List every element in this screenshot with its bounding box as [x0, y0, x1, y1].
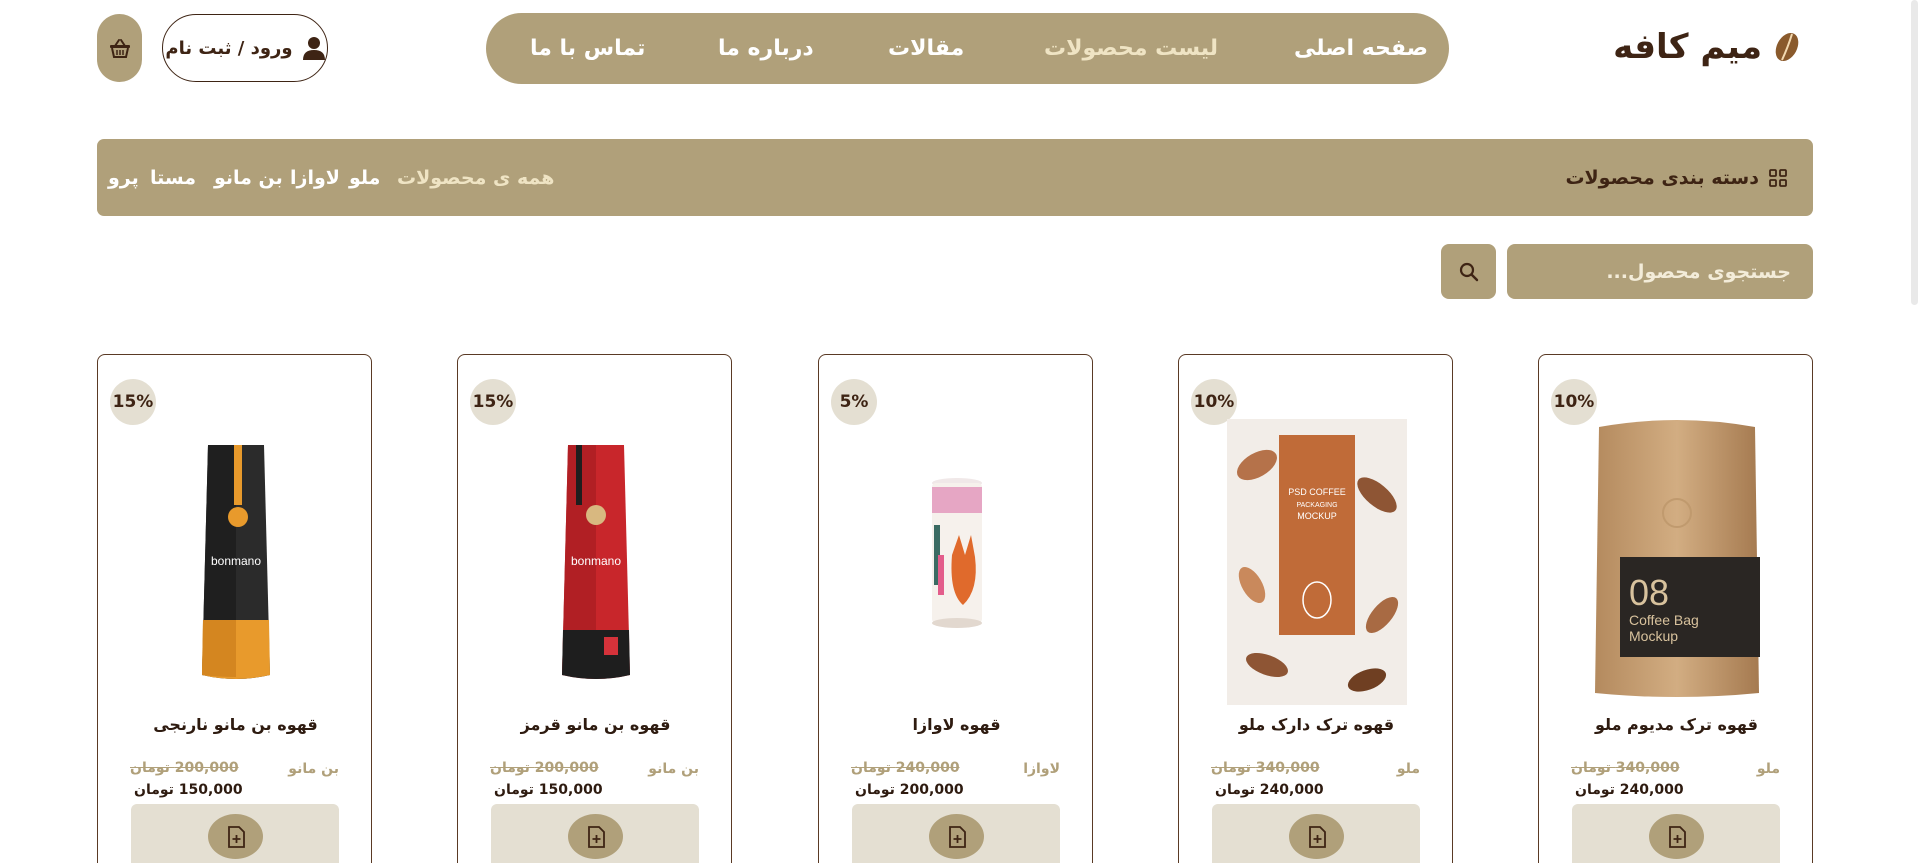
svg-text:Mockup: Mockup	[1629, 628, 1678, 644]
login-label: ورود / ثبت نام	[165, 37, 293, 59]
brand-logo[interactable]: میم کافه	[1613, 22, 1802, 72]
category-title: دسته بندی محصولات	[1565, 139, 1787, 216]
product-name[interactable]: قهوه بن مانو نارنجی	[98, 715, 373, 734]
product-card[interactable]: 10% 08 Coffee Bag Mockup قهوه ترک مدیوم …	[1538, 354, 1813, 863]
product-brand: بن مانو	[648, 761, 699, 777]
add-to-cart-area	[1212, 804, 1420, 863]
add-to-cart-button[interactable]	[568, 814, 623, 859]
nav-home[interactable]: صفحه اصلی	[1294, 13, 1428, 84]
svg-text:Coffee Bag: Coffee Bag	[1629, 612, 1699, 628]
nav-about[interactable]: درباره ما	[718, 13, 814, 84]
fox-coffee-can-image	[931, 478, 982, 628]
category-all[interactable]: همه ی محصولات	[397, 139, 554, 216]
add-file-icon	[1308, 825, 1326, 848]
page-scrollbar[interactable]	[1910, 0, 1919, 863]
kraft-coffee-bag-image: 08 Coffee Bag Mockup	[1594, 420, 1760, 697]
old-price: 200,000 تومان	[490, 760, 599, 776]
new-price: 240,000 تومان	[1215, 782, 1324, 798]
grid-icon	[1769, 168, 1787, 187]
add-file-icon	[948, 825, 966, 848]
new-price: 150,000 تومان	[494, 782, 603, 798]
nav-contact[interactable]: تماس با ما	[530, 13, 645, 84]
orange-bonmano-bag-image: bonmano	[201, 445, 270, 679]
old-price: 240,000 تومان	[851, 760, 960, 776]
product-image[interactable]	[819, 405, 1094, 705]
svg-text:bonmano: bonmano	[210, 554, 260, 568]
product-name[interactable]: قهوه لاوازا	[819, 715, 1094, 734]
product-card[interactable]: 15% bonmano قهوه بن مانو قرمز بن مانو 20…	[457, 354, 732, 863]
category-title-label: دسته بندی محصولات	[1565, 166, 1759, 189]
new-price: 240,000 تومان	[1575, 782, 1684, 798]
add-to-cart-button[interactable]	[1289, 814, 1344, 859]
add-to-cart-button[interactable]	[929, 814, 984, 859]
search-input[interactable]	[1507, 244, 1813, 299]
product-brand: لاوازا	[1023, 761, 1060, 777]
product-image[interactable]: 08 Coffee Bag Mockup	[1539, 405, 1814, 705]
product-card[interactable]: 15% bonmano قهوه بن مانو نارنجی بن مانو …	[97, 354, 372, 863]
category-pro[interactable]: پرو	[108, 139, 139, 216]
new-price: 150,000 تومان	[134, 782, 243, 798]
add-to-cart-area	[852, 804, 1060, 863]
add-to-cart-button[interactable]	[1649, 814, 1704, 859]
product-name[interactable]: قهوه ترک دارک ملو	[1179, 715, 1454, 734]
product-image[interactable]: bonmano	[458, 405, 733, 705]
new-price: 200,000 تومان	[855, 782, 964, 798]
category-bonmano[interactable]: بن مانو	[214, 139, 283, 216]
leaf-coffee-pouch-image: PSD COFFEE PACKAGING MOCKUP	[1226, 419, 1407, 705]
add-file-icon	[587, 825, 605, 848]
red-bonmano-bag-image: bonmano	[561, 445, 630, 679]
category-lavazza[interactable]: لاوازا	[290, 139, 340, 216]
category-mesta[interactable]: مستا	[150, 139, 196, 216]
product-name[interactable]: قهوه بن مانو قرمز	[458, 715, 733, 734]
product-image[interactable]: PSD COFFEE PACKAGING MOCKUP	[1179, 405, 1454, 705]
svg-text:MOCKUP: MOCKUP	[1297, 511, 1337, 521]
brand-name: میم کافه	[1613, 27, 1762, 67]
svg-text:PSD COFFEE: PSD COFFEE	[1288, 487, 1346, 497]
scrollbar-thumb[interactable]	[1911, 0, 1918, 305]
category-melo[interactable]: ملو	[349, 139, 380, 216]
add-file-icon	[227, 825, 245, 848]
product-name[interactable]: قهوه ترک مدیوم ملو	[1539, 715, 1814, 734]
old-price: 340,000 تومان	[1211, 760, 1320, 776]
product-brand: ملو	[1756, 761, 1780, 777]
main-nav: صفحه اصلی لیست محصولات مقالات درباره ما …	[486, 13, 1449, 84]
svg-text:PACKAGING: PACKAGING	[1296, 502, 1337, 509]
user-icon	[302, 37, 325, 60]
add-to-cart-button[interactable]	[208, 814, 263, 859]
basket-icon	[109, 39, 130, 58]
product-card[interactable]: 10% PSD COFFEE PACKAGING MOCKUP قهوه ترک…	[1178, 354, 1453, 863]
cart-button[interactable]	[97, 14, 142, 82]
nav-articles[interactable]: مقالات	[888, 13, 964, 84]
category-bar: دسته بندی محصولات همه ی محصولات ملو لاوا…	[97, 139, 1813, 216]
add-to-cart-area	[1572, 804, 1780, 863]
product-card[interactable]: 5% قهوه لاوازا لاوازا 240,000 تومان 200,…	[818, 354, 1093, 863]
nav-products[interactable]: لیست محصولات	[1044, 13, 1218, 84]
login-register-button[interactable]: ورود / ثبت نام	[162, 14, 328, 82]
old-price: 200,000 تومان	[130, 760, 239, 776]
product-brand: بن مانو	[288, 761, 339, 777]
svg-text:08: 08	[1629, 572, 1669, 613]
old-price: 340,000 تومان	[1571, 760, 1680, 776]
coffee-bean-icon	[1775, 32, 1799, 62]
search-icon	[1459, 262, 1478, 281]
add-file-icon	[1668, 825, 1686, 848]
add-to-cart-area	[131, 804, 339, 863]
add-to-cart-area	[491, 804, 699, 863]
search-button[interactable]	[1441, 244, 1496, 299]
product-brand: ملو	[1396, 761, 1420, 777]
product-image[interactable]: bonmano	[98, 405, 373, 705]
svg-text:bonmano: bonmano	[570, 554, 620, 568]
